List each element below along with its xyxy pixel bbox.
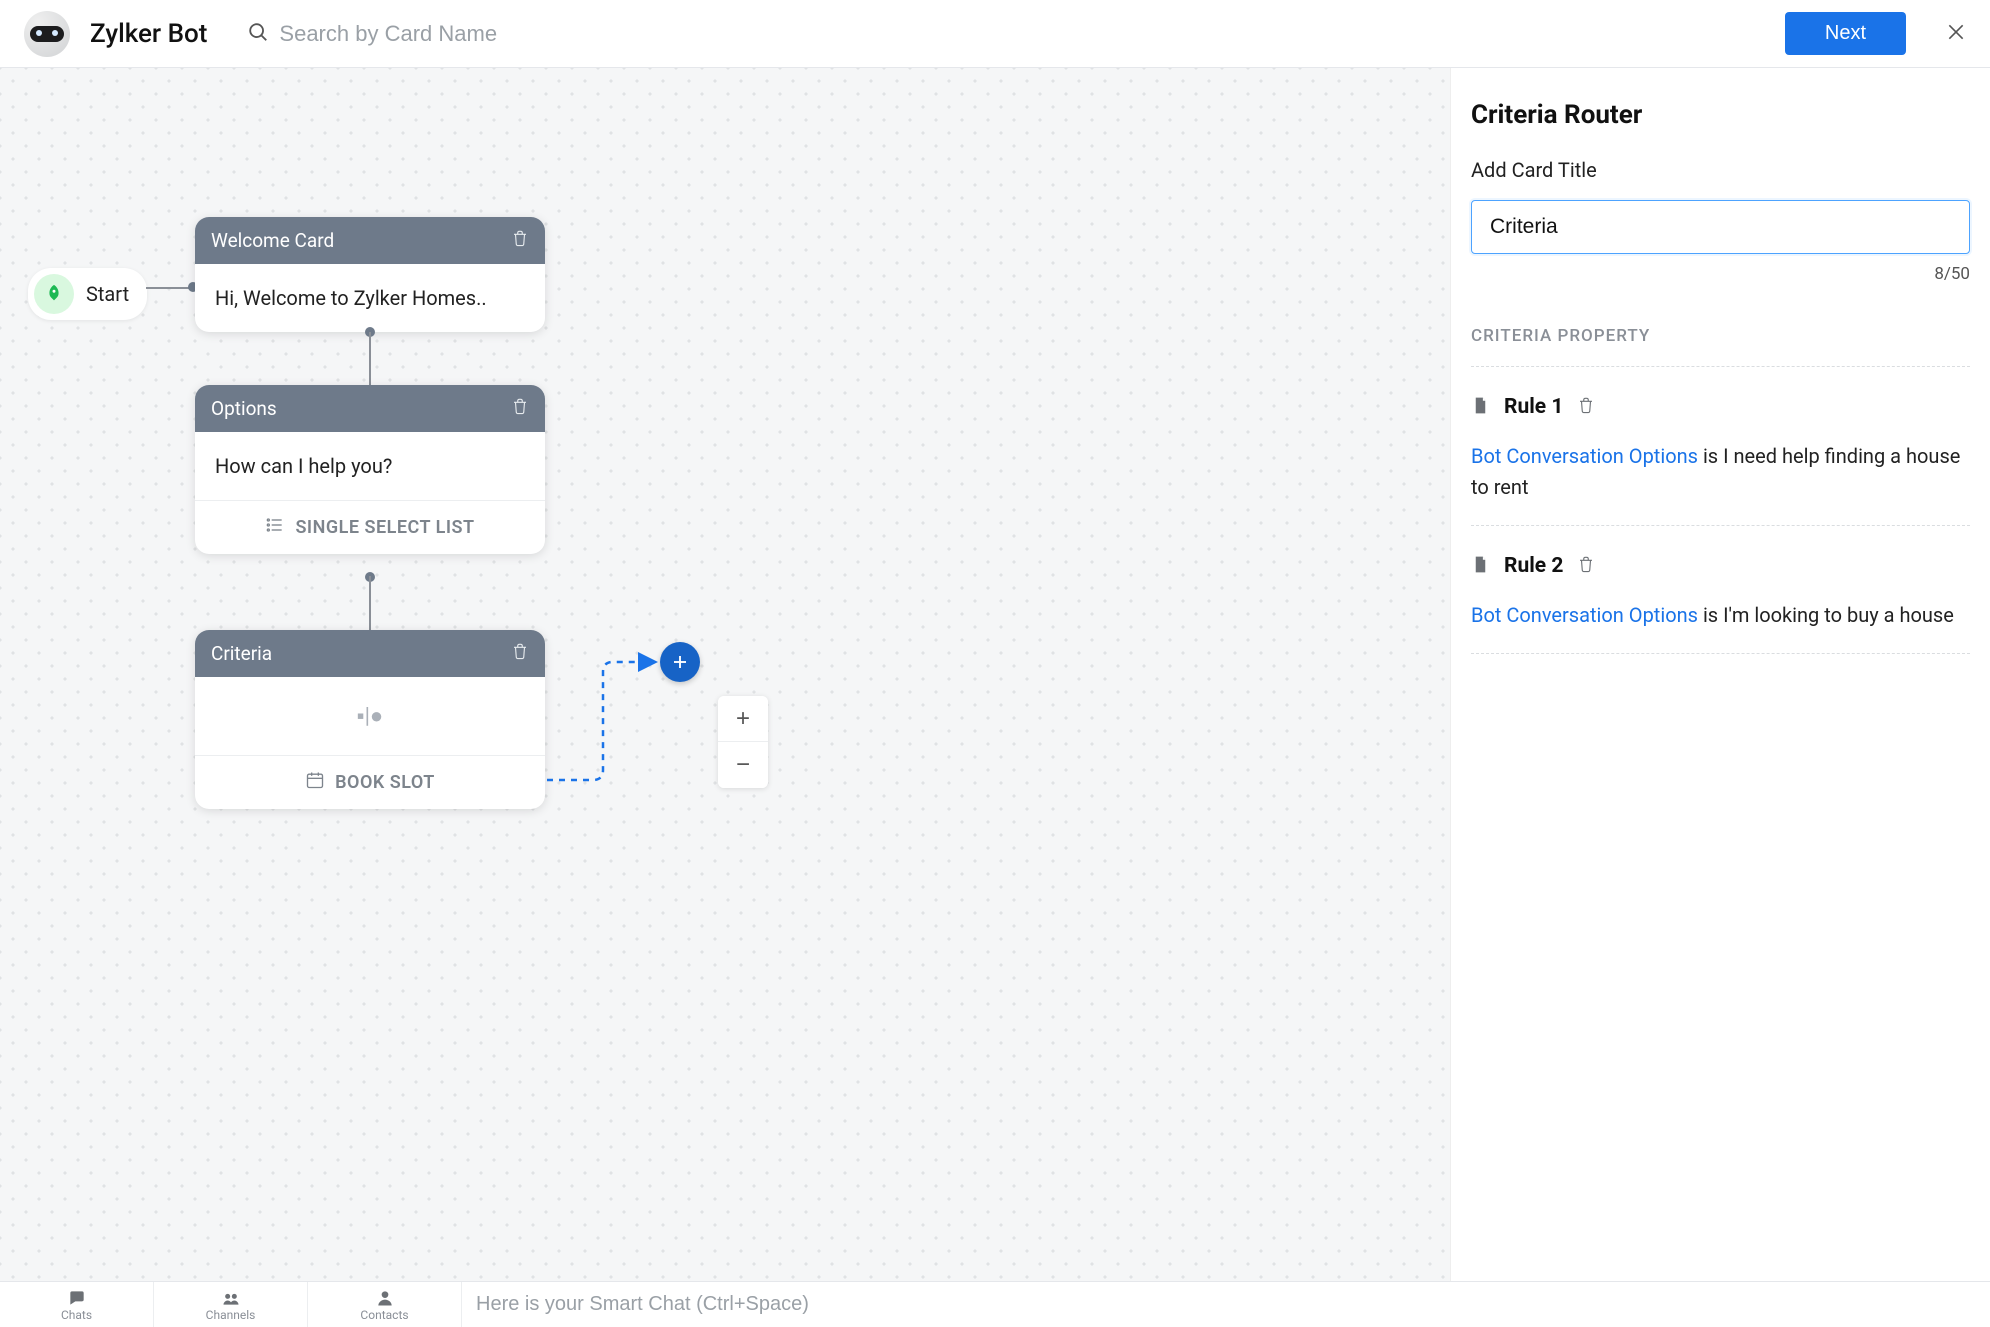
bot-avatar — [24, 11, 70, 57]
tab-label: Chats — [61, 1308, 92, 1322]
calendar-icon — [305, 770, 325, 795]
card-title: Criteria — [211, 642, 272, 665]
criteria-property-label: CRITERIA PROPERTY — [1471, 326, 1970, 367]
tab-channels[interactable]: Channels — [154, 1282, 308, 1327]
rule-condition: Bot Conversation Options is I'm looking … — [1471, 600, 1970, 631]
bot-name: Zylker Bot — [90, 19, 207, 49]
connector-line — [369, 576, 371, 632]
search-wrap — [227, 21, 996, 47]
close-button[interactable] — [1946, 22, 1966, 46]
card-welcome[interactable]: Welcome Card Hi, Welcome to Zylker Homes… — [195, 217, 545, 332]
card-body: ▪|● — [195, 677, 545, 755]
rule-link[interactable]: Bot Conversation Options — [1471, 444, 1698, 468]
card-header: Welcome Card — [195, 217, 545, 264]
tab-contacts[interactable]: Contacts — [308, 1282, 462, 1327]
card-footer[interactable]: SINGLE SELECT LIST — [195, 500, 545, 554]
char-counter: 8/50 — [1471, 264, 1970, 284]
card-body: How can I help you? — [195, 432, 545, 500]
trash-icon[interactable] — [511, 229, 529, 252]
bottom-bar: Chats Channels Contacts — [0, 1281, 1990, 1327]
rule-item: Rule 2 Bot Conversation Options is I'm l… — [1471, 526, 1970, 654]
card-footer-label: BOOK SLOT — [335, 772, 435, 793]
card-title-input[interactable] — [1471, 200, 1970, 254]
rule-link[interactable]: Bot Conversation Options — [1471, 603, 1698, 627]
trash-icon[interactable] — [511, 642, 529, 665]
card-header: Options — [195, 385, 545, 432]
rule-name: Rule 2 — [1504, 554, 1563, 578]
list-icon — [265, 515, 285, 540]
side-panel: Criteria Router Add Card Title 8/50 CRIT… — [1450, 68, 1990, 1281]
document-icon — [1471, 555, 1490, 578]
rule-name: Rule 1 — [1504, 395, 1563, 419]
rule-item: Rule 1 Bot Conversation Options is I nee… — [1471, 367, 1970, 526]
rule-text: is I'm looking to buy a house — [1698, 603, 1954, 627]
search-input[interactable] — [279, 21, 679, 47]
zoom-out-button[interactable]: − — [718, 742, 768, 788]
trash-icon[interactable] — [1577, 396, 1595, 418]
card-title: Options — [211, 397, 277, 420]
add-node-button[interactable] — [660, 642, 700, 682]
dashed-connector — [545, 652, 665, 782]
trash-icon[interactable] — [511, 397, 529, 420]
tab-label: Contacts — [360, 1308, 408, 1322]
search-icon — [247, 21, 269, 47]
trash-icon[interactable] — [1577, 555, 1595, 577]
connector-line — [369, 332, 371, 386]
add-title-label: Add Card Title — [1471, 158, 1970, 182]
zoom-controls: + − — [718, 696, 768, 788]
flow-canvas[interactable]: Start Welcome Card Hi, Welcome to Zylker… — [0, 68, 1450, 1281]
card-criteria[interactable]: Criteria ▪|● BOOK SLOT — [195, 630, 545, 809]
tab-label: Channels — [206, 1308, 256, 1322]
card-body: Hi, Welcome to Zylker Homes.. — [195, 264, 545, 332]
start-node[interactable]: Start — [28, 268, 147, 320]
panel-title: Criteria Router — [1471, 100, 1970, 130]
rocket-icon — [34, 274, 74, 314]
card-header: Criteria — [195, 630, 545, 677]
card-footer-label: SINGLE SELECT LIST — [295, 517, 474, 538]
card-title: Welcome Card — [211, 229, 334, 252]
main-area: Start Welcome Card Hi, Welcome to Zylker… — [0, 68, 1990, 1281]
card-options[interactable]: Options How can I help you? SINGLE SELEC… — [195, 385, 545, 554]
smart-chat-input[interactable] — [462, 1282, 1990, 1327]
zoom-in-button[interactable]: + — [718, 696, 768, 742]
tab-chats[interactable]: Chats — [0, 1282, 154, 1327]
next-button[interactable]: Next — [1785, 12, 1906, 55]
document-icon — [1471, 396, 1490, 419]
card-footer[interactable]: BOOK SLOT — [195, 755, 545, 809]
header-bar: Zylker Bot Next — [0, 0, 1990, 68]
start-label: Start — [86, 282, 129, 306]
rule-condition: Bot Conversation Options is I need help … — [1471, 441, 1970, 503]
